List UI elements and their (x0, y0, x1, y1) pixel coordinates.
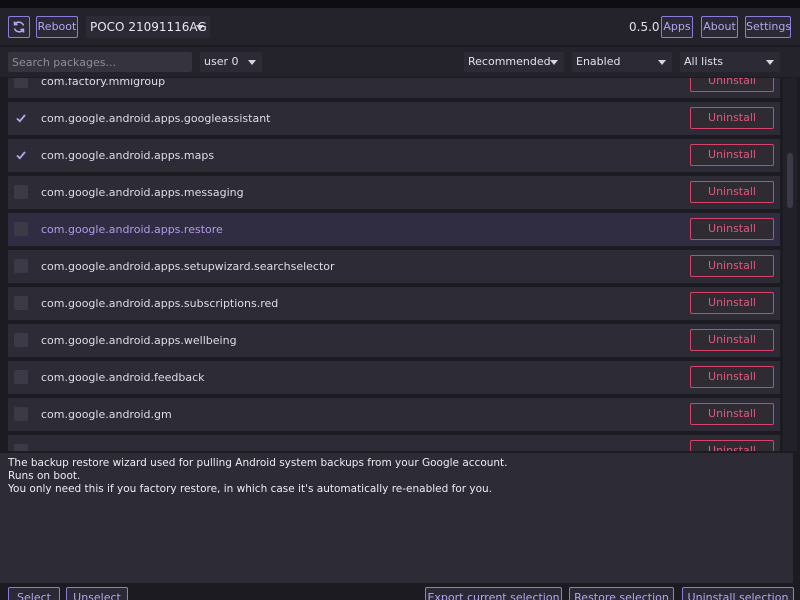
description-line: Runs on boot. (8, 470, 81, 482)
uninstall-button[interactable]: Uninstall (690, 144, 774, 166)
package-checkbox[interactable] (14, 185, 28, 199)
filter-bar: user 0 Recommended Enabled All lists (0, 47, 800, 77)
package-checkbox[interactable] (14, 111, 28, 125)
package-row[interactable]: com.google.android.apps.messaging Uninst… (8, 176, 780, 209)
checkmark-icon (16, 114, 26, 123)
refresh-icon (13, 21, 25, 33)
package-checkbox[interactable] (14, 407, 28, 421)
package-name: com.google.android.apps.restore (41, 223, 223, 236)
uninstall-button[interactable]: Uninstall (690, 329, 774, 351)
package-name: com.google.android.apps.setupwizard.sear… (41, 260, 335, 273)
uninstall-button[interactable]: Uninstall (690, 218, 774, 240)
uninstall-button[interactable]: Uninstall (690, 78, 774, 92)
footer-bar: Select all Unselect all Export current s… (0, 584, 800, 600)
package-row[interactable]: com.google.android.apps.setupwizard.sear… (8, 250, 780, 283)
chevron-down-icon (196, 25, 204, 30)
package-name: com.factory.mmigroup (41, 78, 166, 88)
package-row[interactable]: Uninstall (8, 435, 780, 451)
uninstall-button[interactable]: Uninstall (690, 181, 774, 203)
description-line: You only need this if you factory restor… (8, 483, 493, 495)
package-row[interactable]: com.google.android.gm Uninstall (8, 398, 780, 431)
device-select-value: POCO 21091116AG (90, 20, 207, 34)
package-name: com.google.android.feedback (41, 371, 205, 384)
package-checkbox[interactable] (14, 78, 28, 88)
checkmark-icon (16, 151, 26, 160)
package-list[interactable]: com.factory.mmigroup Uninstall com.googl… (8, 78, 780, 451)
package-list-scrollbar[interactable] (783, 78, 797, 451)
package-checkbox[interactable] (14, 148, 28, 162)
device-select[interactable]: POCO 21091116AG (86, 16, 210, 38)
package-name: com.google.android.apps.subscriptions.re… (41, 297, 279, 310)
package-row[interactable]: com.google.android.apps.wellbeing Uninst… (8, 324, 780, 357)
package-checkbox[interactable] (14, 296, 28, 310)
export-selection-button[interactable]: Export current selection (2) (425, 587, 562, 600)
uninstall-button[interactable]: Uninstall (690, 403, 774, 425)
chevron-down-icon (658, 60, 666, 65)
search-input[interactable] (8, 52, 192, 72)
unselect-all-button[interactable]: Unselect all (66, 587, 128, 600)
refresh-button[interactable] (8, 16, 30, 38)
chevron-down-icon (766, 60, 774, 65)
list-select-value: All lists (684, 55, 724, 68)
window-titlebar (0, 0, 800, 8)
package-description: The backup restore wizard used for pulli… (0, 453, 793, 583)
user-select-value: user 0 (204, 55, 239, 68)
state-select[interactable]: Enabled (572, 52, 672, 72)
app-version: 0.5.0 (629, 20, 660, 34)
uninstall-selection-button[interactable]: Uninstall selection (2) (682, 587, 794, 600)
package-name: com.google.android.apps.googleassistant (41, 112, 271, 125)
package-row[interactable]: com.google.android.apps.subscriptions.re… (8, 287, 780, 320)
package-row-selected[interactable]: com.google.android.apps.restore Uninstal… (8, 213, 780, 246)
package-name: com.google.android.apps.messaging (41, 186, 244, 199)
user-select[interactable]: user 0 (200, 52, 262, 72)
package-row[interactable]: com.google.android.feedback Uninstall (8, 361, 780, 394)
apps-button[interactable]: Apps (661, 16, 693, 38)
uninstall-button[interactable]: Uninstall (690, 255, 774, 277)
package-row[interactable]: com.factory.mmigroup Uninstall (8, 78, 780, 98)
header-bar: Reboot POCO 21091116AG 0.5.0 Apps About … (0, 8, 800, 46)
package-checkbox[interactable] (14, 370, 28, 384)
description-line: The backup restore wizard used for pulli… (8, 457, 508, 469)
package-checkbox[interactable] (14, 259, 28, 273)
package-checkbox[interactable] (14, 333, 28, 347)
package-row[interactable]: com.google.android.apps.maps Uninstall (8, 139, 780, 172)
uninstall-button[interactable]: Uninstall (690, 292, 774, 314)
state-select-value: Enabled (576, 55, 621, 68)
recommendation-select-value: Recommended (468, 55, 551, 68)
package-checkbox[interactable] (14, 444, 28, 451)
chevron-down-icon (248, 60, 256, 65)
scrollbar-thumb[interactable] (787, 153, 793, 208)
settings-button[interactable]: Settings (745, 16, 791, 38)
package-row[interactable]: com.google.android.apps.googleassistant … (8, 102, 780, 135)
reboot-button[interactable]: Reboot (36, 16, 78, 38)
restore-selection-button[interactable]: Restore selection (0) (569, 587, 674, 600)
package-name: com.google.android.apps.maps (41, 149, 215, 162)
select-all-button[interactable]: Select all (8, 587, 60, 600)
package-name: com.google.android.gm (41, 408, 172, 421)
uninstall-button[interactable]: Uninstall (690, 440, 774, 451)
recommendation-select[interactable]: Recommended (464, 52, 564, 72)
uninstall-button[interactable]: Uninstall (690, 107, 774, 129)
package-name: com.google.android.apps.wellbeing (41, 334, 237, 347)
about-button[interactable]: About (701, 16, 738, 38)
uninstall-button[interactable]: Uninstall (690, 366, 774, 388)
list-select[interactable]: All lists (680, 52, 780, 72)
chevron-down-icon (550, 60, 558, 65)
package-checkbox[interactable] (14, 222, 28, 236)
